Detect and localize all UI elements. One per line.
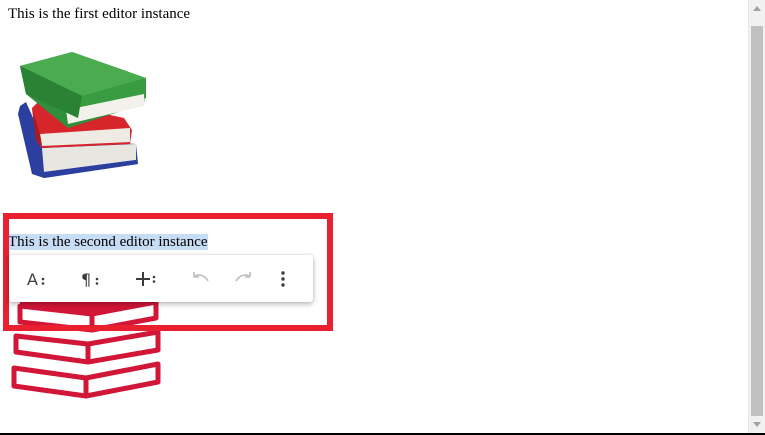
undo-icon	[193, 271, 209, 281]
plus-icon	[136, 271, 156, 286]
svg-text:A: A	[27, 270, 38, 289]
redo-icon	[235, 271, 251, 281]
first-editor-text[interactable]: This is the first editor instance	[8, 5, 190, 23]
first-editor-label: This is the first editor instance	[8, 6, 191, 22]
text-format-icon: A	[27, 270, 45, 289]
redo-button[interactable]	[227, 255, 259, 302]
scroll-up-arrow[interactable]	[749, 0, 765, 17]
undo-button[interactable]	[185, 255, 217, 302]
paragraph-icon: ¶	[81, 270, 99, 289]
triangle-down-icon	[753, 422, 761, 427]
books-image-1[interactable]	[12, 48, 152, 188]
scroll-down-arrow[interactable]	[749, 416, 765, 433]
books-image-2[interactable]	[8, 292, 168, 407]
text-format-button[interactable]: A	[21, 255, 53, 302]
page: This is the first editor instance This i…	[0, 0, 748, 433]
triangle-up-icon	[753, 6, 761, 11]
svg-text:¶: ¶	[81, 270, 91, 289]
paragraph-button[interactable]: ¶	[75, 255, 107, 302]
more-options-button[interactable]	[271, 255, 295, 302]
scrollbar-thumb[interactable]	[751, 26, 763, 416]
more-vertical-icon	[281, 270, 285, 287]
insert-button[interactable]	[131, 255, 163, 302]
second-editor-text[interactable]: This is the second editor instance	[8, 233, 208, 251]
vertical-scrollbar[interactable]	[748, 0, 765, 433]
second-editor-label: This is the second editor instance	[8, 234, 208, 250]
editor-toolbar: A ¶	[9, 255, 313, 302]
